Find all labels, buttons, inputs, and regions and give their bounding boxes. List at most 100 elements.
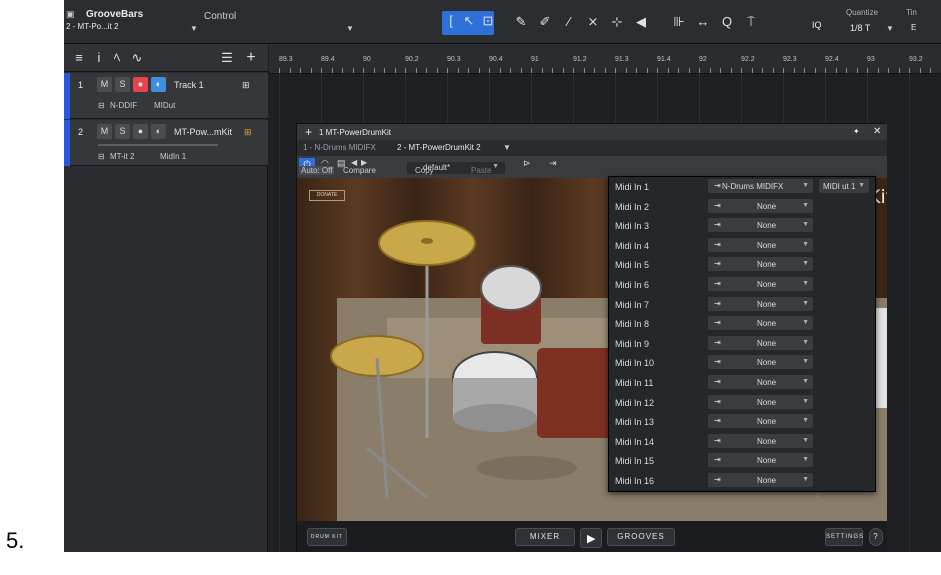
add-plugin-icon[interactable]: + bbox=[305, 125, 312, 139]
record-button[interactable]: ● bbox=[133, 77, 148, 92]
midi-input-select[interactable]: ⇥ None ▼ bbox=[708, 277, 813, 291]
track-name[interactable]: Track 1 bbox=[174, 80, 204, 90]
midi-input-select[interactable]: ⇥ None ▼ bbox=[708, 218, 813, 233]
ruler-tick bbox=[615, 68, 616, 73]
grooves-button[interactable]: GROOVES bbox=[607, 528, 675, 546]
track-input[interactable]: N-DDIF bbox=[110, 101, 137, 110]
midi-input-select[interactable]: ⇥ None ▼ bbox=[708, 394, 813, 409]
mute-tool-icon[interactable]: ⨯ bbox=[584, 13, 602, 31]
settings-button[interactable]: SETTINGS bbox=[825, 528, 863, 546]
midi-input-row: Midi In 7 ⇥ None ▼ bbox=[609, 295, 877, 314]
midi-input-value: None bbox=[757, 240, 777, 250]
donate-button[interactable]: DONATE bbox=[309, 190, 345, 201]
midi-input-select[interactable]: ⇥ None ▼ bbox=[708, 355, 813, 370]
list-icon[interactable]: ≡ bbox=[70, 49, 88, 67]
auto-off-button[interactable]: Auto: Off bbox=[299, 166, 335, 175]
midi-input-select[interactable]: ⇥ None ▼ bbox=[708, 433, 813, 448]
control-dropdown-icon[interactable]: ▼ bbox=[346, 24, 354, 33]
quantize-value[interactable]: 1/8 T bbox=[850, 23, 870, 33]
solo-button[interactable]: S bbox=[115, 77, 130, 92]
compare-button[interactable]: Compare bbox=[343, 166, 376, 175]
bracket-icon[interactable]: [ bbox=[442, 12, 460, 30]
solo-button[interactable]: S bbox=[115, 124, 130, 139]
track-input[interactable]: MT-it 2 bbox=[110, 152, 134, 161]
ruler-tick bbox=[751, 68, 753, 73]
tab-ndrums[interactable]: 1 - N-Drums MIDIFX bbox=[303, 143, 376, 152]
copy-button[interactable]: Copy bbox=[415, 166, 434, 175]
midi-route-icon: ⇥ bbox=[714, 259, 721, 269]
ruler-tick bbox=[468, 68, 469, 73]
midi-input-row: Midi In 4 ⇥ None ▼ bbox=[609, 236, 877, 255]
preset-dropdown-icon[interactable]: ▼ bbox=[492, 163, 499, 170]
track-row-1[interactable]: 1 M S ● ◐ Track 1 ⊞ ⊟ N-DDIF MIDut bbox=[64, 73, 268, 119]
midi-input-select[interactable]: ⇥ None ▼ bbox=[708, 237, 813, 252]
mute-button[interactable]: M bbox=[97, 77, 112, 92]
ruler-tick bbox=[531, 68, 532, 73]
split-tool-icon[interactable]: ⊹ bbox=[608, 13, 626, 31]
ruler-mark: 91.4 bbox=[657, 56, 671, 63]
timebase-value[interactable]: E bbox=[911, 23, 916, 32]
pin-icon[interactable]: ✦ bbox=[853, 127, 860, 136]
iq-button[interactable]: IQ bbox=[812, 20, 822, 30]
route-icon[interactable]: ⊳ bbox=[523, 158, 531, 169]
midi-input-select[interactable]: ⇥ None ▼ bbox=[708, 257, 813, 272]
midi-route-icon: ⇥ bbox=[714, 357, 721, 367]
stretch-icon[interactable]: ↔ bbox=[694, 13, 712, 31]
paste-button[interactable]: Paste bbox=[471, 166, 491, 175]
midi-input-value: None bbox=[757, 319, 777, 329]
quantize-dropdown-icon[interactable]: ▼ bbox=[886, 24, 894, 33]
timeline-ruler[interactable]: 89.3 89.4 90 90.2 90.3 90.4 91 91.2 91.3 91.4 92 92… bbox=[269, 44, 941, 74]
midi-input-select[interactable]: ⇥ None ▼ bbox=[708, 473, 813, 487]
song-dropdown-icon[interactable]: ▼ bbox=[190, 24, 198, 33]
line-tool-icon[interactable]: ⁄ bbox=[560, 13, 578, 31]
close-icon[interactable]: ✕ bbox=[873, 126, 881, 137]
tab-powerdrumkit[interactable]: 2 - MT-PowerDrumKit 2 bbox=[397, 143, 481, 152]
zoom-icon[interactable]: Q bbox=[718, 13, 736, 31]
ruler-tick bbox=[384, 68, 385, 73]
arrow-tool-icon[interactable]: ↖ bbox=[460, 12, 478, 30]
daw-window: ▣ GrooveBars 2 - MT-Po...it 2 ▼ Control … bbox=[64, 0, 941, 552]
midi-input-select[interactable]: ⇥ None ▼ bbox=[708, 296, 813, 311]
track-row-2[interactable]: 2 M S ● ◐ MT-Pow...mKit ⊞ ⊟ MT-it 2 MidI… bbox=[64, 120, 268, 166]
ruler-tick bbox=[898, 68, 900, 73]
add-track-icon[interactable]: + bbox=[242, 49, 260, 67]
mixer-button[interactable]: MIXER bbox=[515, 528, 575, 546]
midi-input-select[interactable]: ⇥ None ▼ bbox=[708, 198, 813, 213]
volume-bar[interactable] bbox=[98, 144, 218, 146]
play-button[interactable]: ▶ bbox=[580, 528, 602, 548]
wrench-icon[interactable]: ﾍ bbox=[108, 49, 126, 67]
tab-dropdown-icon[interactable]: ▼ bbox=[503, 143, 511, 152]
midi-input-select[interactable]: ⇥ None ▼ bbox=[708, 414, 813, 429]
track-list-icon[interactable]: ☰ bbox=[218, 49, 236, 67]
listen-tool-icon[interactable]: ◀ bbox=[632, 13, 650, 31]
help-button[interactable]: ? bbox=[869, 528, 883, 546]
midi-input-select[interactable]: ⇥ None ▼ bbox=[708, 375, 813, 389]
midi-input-select[interactable]: ⇥ None ▼ bbox=[708, 453, 813, 468]
drum-kit-button[interactable]: DRUM KIT bbox=[307, 528, 347, 546]
midi-input-value: None bbox=[757, 476, 777, 485]
midi-input-select[interactable]: ⇥ None ▼ bbox=[708, 335, 813, 350]
monitor-button[interactable]: ◐ bbox=[151, 124, 166, 139]
track-name[interactable]: MT-Pow...mKit bbox=[174, 127, 232, 137]
automation-icon[interactable]: ∿ bbox=[128, 49, 146, 67]
eraser-icon[interactable]: ✐ bbox=[536, 13, 554, 31]
track-color-stripe bbox=[64, 73, 70, 119]
ruler-tick bbox=[426, 68, 427, 73]
sidechain-icon[interactable]: ⇥ bbox=[549, 158, 557, 169]
snap-icon[interactable]: ⊪ bbox=[670, 13, 688, 31]
mute-button[interactable]: M bbox=[97, 124, 112, 139]
track-output[interactable]: MidIn 1 bbox=[160, 152, 186, 161]
midi-output-select[interactable]: MIDI ut 1 ▼ bbox=[819, 179, 869, 193]
monitor-button[interactable]: ◐ bbox=[151, 77, 166, 92]
quantize-icon[interactable]: ⍑ bbox=[742, 13, 760, 31]
song-title[interactable]: GrooveBars bbox=[86, 9, 143, 20]
track-output[interactable]: MIDut bbox=[154, 101, 175, 110]
midi-input-select[interactable]: ⇥ None ▼ bbox=[708, 316, 813, 331]
info-icon[interactable]: i bbox=[90, 49, 108, 67]
midi-input-select[interactable]: ⇥ N-Drums MIDIFX ▼ bbox=[708, 179, 813, 193]
ruler-tick bbox=[447, 68, 448, 73]
midi-icon: ⊟ bbox=[98, 152, 105, 161]
range-tool-icon[interactable]: ⊡ bbox=[479, 12, 497, 30]
pencil-icon[interactable]: ✎ bbox=[512, 13, 530, 31]
record-button[interactable]: ● bbox=[133, 124, 148, 139]
